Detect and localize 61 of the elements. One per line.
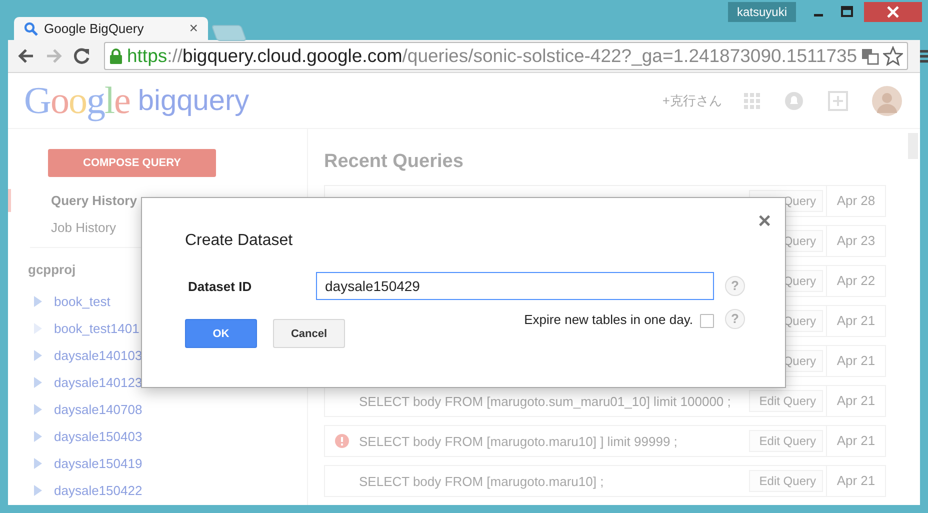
new-tab-button[interactable] (211, 25, 247, 41)
dataset-id-field[interactable]: daysale150429 (316, 272, 714, 300)
help-button[interactable]: ? (725, 276, 745, 296)
query-text[interactable]: SELECT body FROM [marugoto.maru10] ] limit 99999 ; (359, 434, 678, 448)
ok-button[interactable]: OK (185, 319, 257, 348)
star-icon[interactable] (883, 46, 904, 66)
dataset-name[interactable]: book_test (54, 294, 110, 309)
user-name[interactable]: +克行さん (662, 92, 722, 110)
address-bar[interactable]: https://bigquery.cloud.google.com/queries/sonic-solstice-422?_ga=1.241873090.1511735 (104, 42, 908, 70)
google-logo[interactable]: Google (24, 78, 130, 122)
query-date: Apr 21 (826, 466, 885, 496)
query-date: Apr 21 (826, 426, 885, 456)
lock-icon[interactable] (109, 48, 123, 64)
product-name: bigquery (138, 85, 250, 118)
field-label: Dataset ID (187, 278, 253, 294)
apps-grid-icon[interactable] (744, 92, 760, 108)
query-date: Apr 28 (826, 186, 885, 216)
avatar-icon[interactable] (872, 86, 902, 116)
error-icon[interactable] (335, 434, 349, 448)
expire-checkbox[interactable] (700, 314, 714, 328)
expand-arrow-icon[interactable] (34, 404, 42, 415)
help-button[interactable]: ? (725, 309, 745, 329)
expand-arrow-icon[interactable] (34, 485, 42, 496)
edit-query-button[interactable]: Edit Query (749, 470, 823, 492)
expand-arrow-icon[interactable] (34, 350, 42, 361)
query-date: Apr 23 (826, 226, 885, 256)
dataset-name[interactable]: daysale140103 (54, 348, 142, 363)
compose-query-button[interactable]: COMPOSE QUERY (48, 149, 216, 177)
cancel-button[interactable]: Cancel (273, 319, 345, 348)
query-date: Apr 21 (826, 386, 885, 416)
expand-arrow-icon[interactable] (34, 323, 42, 334)
query-date: Apr 21 (826, 346, 885, 376)
checkbox-label: Expire new tables in one day. (524, 312, 693, 327)
profile-name[interactable]: katsuyuki (728, 2, 796, 22)
query-date: Apr 22 (826, 266, 885, 296)
query-text[interactable]: SELECT body FROM [marugoto.maru10] ; (359, 474, 604, 488)
expand-arrow-icon[interactable] (34, 296, 42, 307)
section-title: Recent Queries (324, 151, 464, 173)
add-icon[interactable] (828, 90, 848, 110)
dataset-name[interactable]: daysale150403 (54, 429, 142, 444)
close-icon[interactable] (864, 2, 922, 22)
dataset-name[interactable]: daysale150422 (54, 483, 142, 498)
dataset-name[interactable]: book_test1401 (54, 321, 140, 336)
expand-arrow-icon[interactable] (34, 431, 42, 442)
expand-arrow-icon[interactable] (34, 377, 42, 388)
tab-title: Google BigQuery (44, 21, 145, 36)
query-text[interactable]: SELECT body FROM [marugoto.sum_maru01_10] limit 100000 ; (359, 394, 731, 408)
dataset-name[interactable]: daysale150419 (54, 456, 142, 471)
url-text: https://bigquery.cloud.google.com/queries/sonic-solstice-422?_ga=1.241873090.1511735 (127, 45, 858, 67)
edit-query-button[interactable]: Edit Query (749, 390, 823, 412)
browser-tab[interactable]: Google BigQuery × (14, 17, 208, 40)
close-tab-button[interactable]: × (189, 20, 198, 37)
search-icon[interactable] (24, 22, 38, 36)
dataset-name[interactable]: daysale140123 (54, 375, 142, 390)
expand-arrow-icon[interactable] (34, 458, 42, 469)
edit-query-button[interactable]: Edit Query (749, 430, 823, 452)
reload-icon[interactable] (72, 46, 92, 66)
query-date: Apr 21 (826, 306, 885, 336)
notification-bell-icon[interactable] (784, 90, 804, 110)
dataset-name[interactable]: daysale140708 (54, 402, 142, 417)
dialog-title: Create Dataset (185, 232, 294, 250)
